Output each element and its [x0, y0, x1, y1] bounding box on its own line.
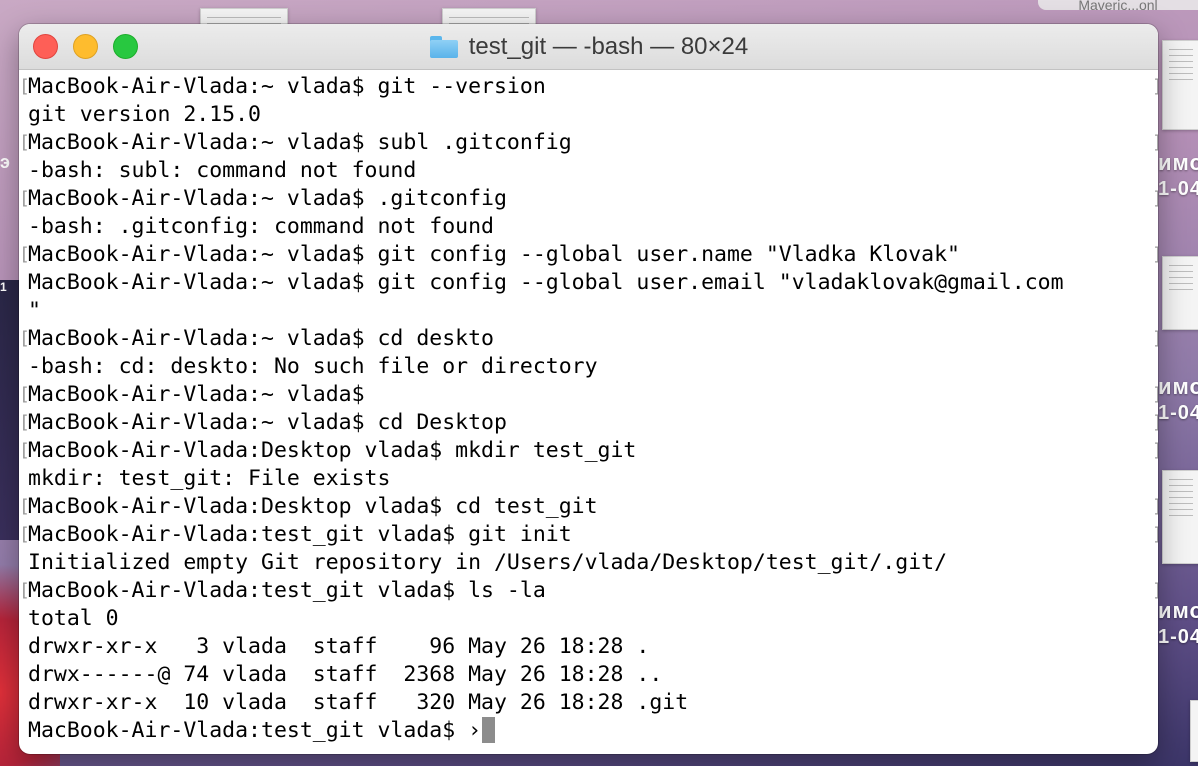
desktop-file-thumbnail[interactable]: [1162, 40, 1198, 130]
desktop-file-label-line: 1-04: [1158, 626, 1198, 648]
title-bar[interactable]: test_git — -bash — 80×24: [19, 24, 1158, 70]
terminal-line: ": [28, 298, 41, 323]
background-window-title: Maveric...onl: [1038, 0, 1198, 10]
terminal-line: -bash: .gitconfig: command not found: [28, 214, 494, 239]
terminal-line: MacBook-Air-Vlada:Desktop vlada$ cd test…: [19, 493, 1158, 521]
terminal-output[interactable]: MacBook-Air-Vlada:~ vlada$ git --version…: [19, 70, 1158, 754]
desktop-file-label[interactable]: имо 1-04: [1158, 150, 1198, 201]
terminal-line: drwxr-xr-x 10 vlada staff 320 May 26 18:…: [28, 690, 689, 715]
desktop-file-label-line: 1-04: [1158, 178, 1198, 200]
terminal-line: MacBook-Air-Vlada:test_git vlada$ ls -la: [19, 577, 1158, 605]
text-cursor: [482, 717, 496, 743]
terminal-line: Initialized empty Git repository in /Use…: [28, 550, 948, 575]
desktop-file-thumbnail[interactable]: [1190, 700, 1198, 762]
desktop-file-thumbnail[interactable]: [1162, 256, 1198, 330]
terminal-line: MacBook-Air-Vlada:Desktop vlada$ mkdir t…: [19, 437, 1158, 465]
window-title: test_git — -bash — 80×24: [468, 32, 749, 60]
terminal-line: drwxr-xr-x 3 vlada staff 96 May 26 18:28…: [28, 634, 650, 659]
desktop-file-label-line: имо: [1158, 598, 1198, 623]
terminal-line: MacBook-Air-Vlada:~ vlada$ .gitconfig: [19, 185, 1158, 213]
desktop-file-label: 1: [0, 280, 7, 294]
folder-icon: [429, 35, 459, 59]
terminal-line: MacBook-Air-Vlada:~ vlada$ git config --…: [19, 241, 1158, 269]
window-title-group: test_git — -bash — 80×24: [19, 24, 1158, 69]
terminal-line: MacBook-Air-Vlada:~ vlada$: [19, 381, 1158, 409]
terminal-line: MacBook-Air-Vlada:~ vlada$ cd Desktop: [19, 409, 1158, 437]
terminal-line: total 0: [28, 606, 119, 631]
terminal-line: MacBook-Air-Vlada:~ vlada$ git --version: [19, 73, 1158, 101]
terminal-line: MacBook-Air-Vlada:~ vlada$ git config --…: [28, 270, 1064, 295]
terminal-prompt-line[interactable]: MacBook-Air-Vlada:test_git vlada$ ›: [28, 717, 1158, 745]
terminal-line: MacBook-Air-Vlada:test_git vlada$ git in…: [19, 521, 1158, 549]
terminal-line: MacBook-Air-Vlada:~ vlada$ subl .gitconf…: [19, 129, 1158, 157]
desktop-file-label-line: 1-04: [1158, 402, 1198, 424]
desktop-file-label[interactable]: имо 1-04: [1158, 374, 1198, 425]
terminal-line: MacBook-Air-Vlada:~ vlada$ cd deskto: [19, 325, 1158, 353]
terminal-line: git version 2.15.0: [28, 102, 261, 127]
terminal-window[interactable]: test_git — -bash — 80×24 MacBook-Air-Vla…: [19, 24, 1158, 754]
desktop-file-thumbnail[interactable]: [1162, 470, 1198, 564]
terminal-prompt: MacBook-Air-Vlada:test_git vlada$ ›: [28, 718, 482, 743]
desktop-file-label-line: имо: [1158, 374, 1198, 399]
terminal-line: -bash: subl: command not found: [28, 158, 417, 183]
terminal-line: -bash: cd: deskto: No such file or direc…: [28, 354, 598, 379]
desktop-file-label-line: имо: [1158, 150, 1198, 175]
terminal-line: drwx------@ 74 vlada staff 2368 May 26 1…: [28, 662, 663, 687]
desktop-file-label[interactable]: имо 1-04: [1158, 598, 1198, 649]
terminal-line: mkdir: test_git: File exists: [28, 466, 391, 491]
desktop-file-label: э: [0, 152, 10, 172]
